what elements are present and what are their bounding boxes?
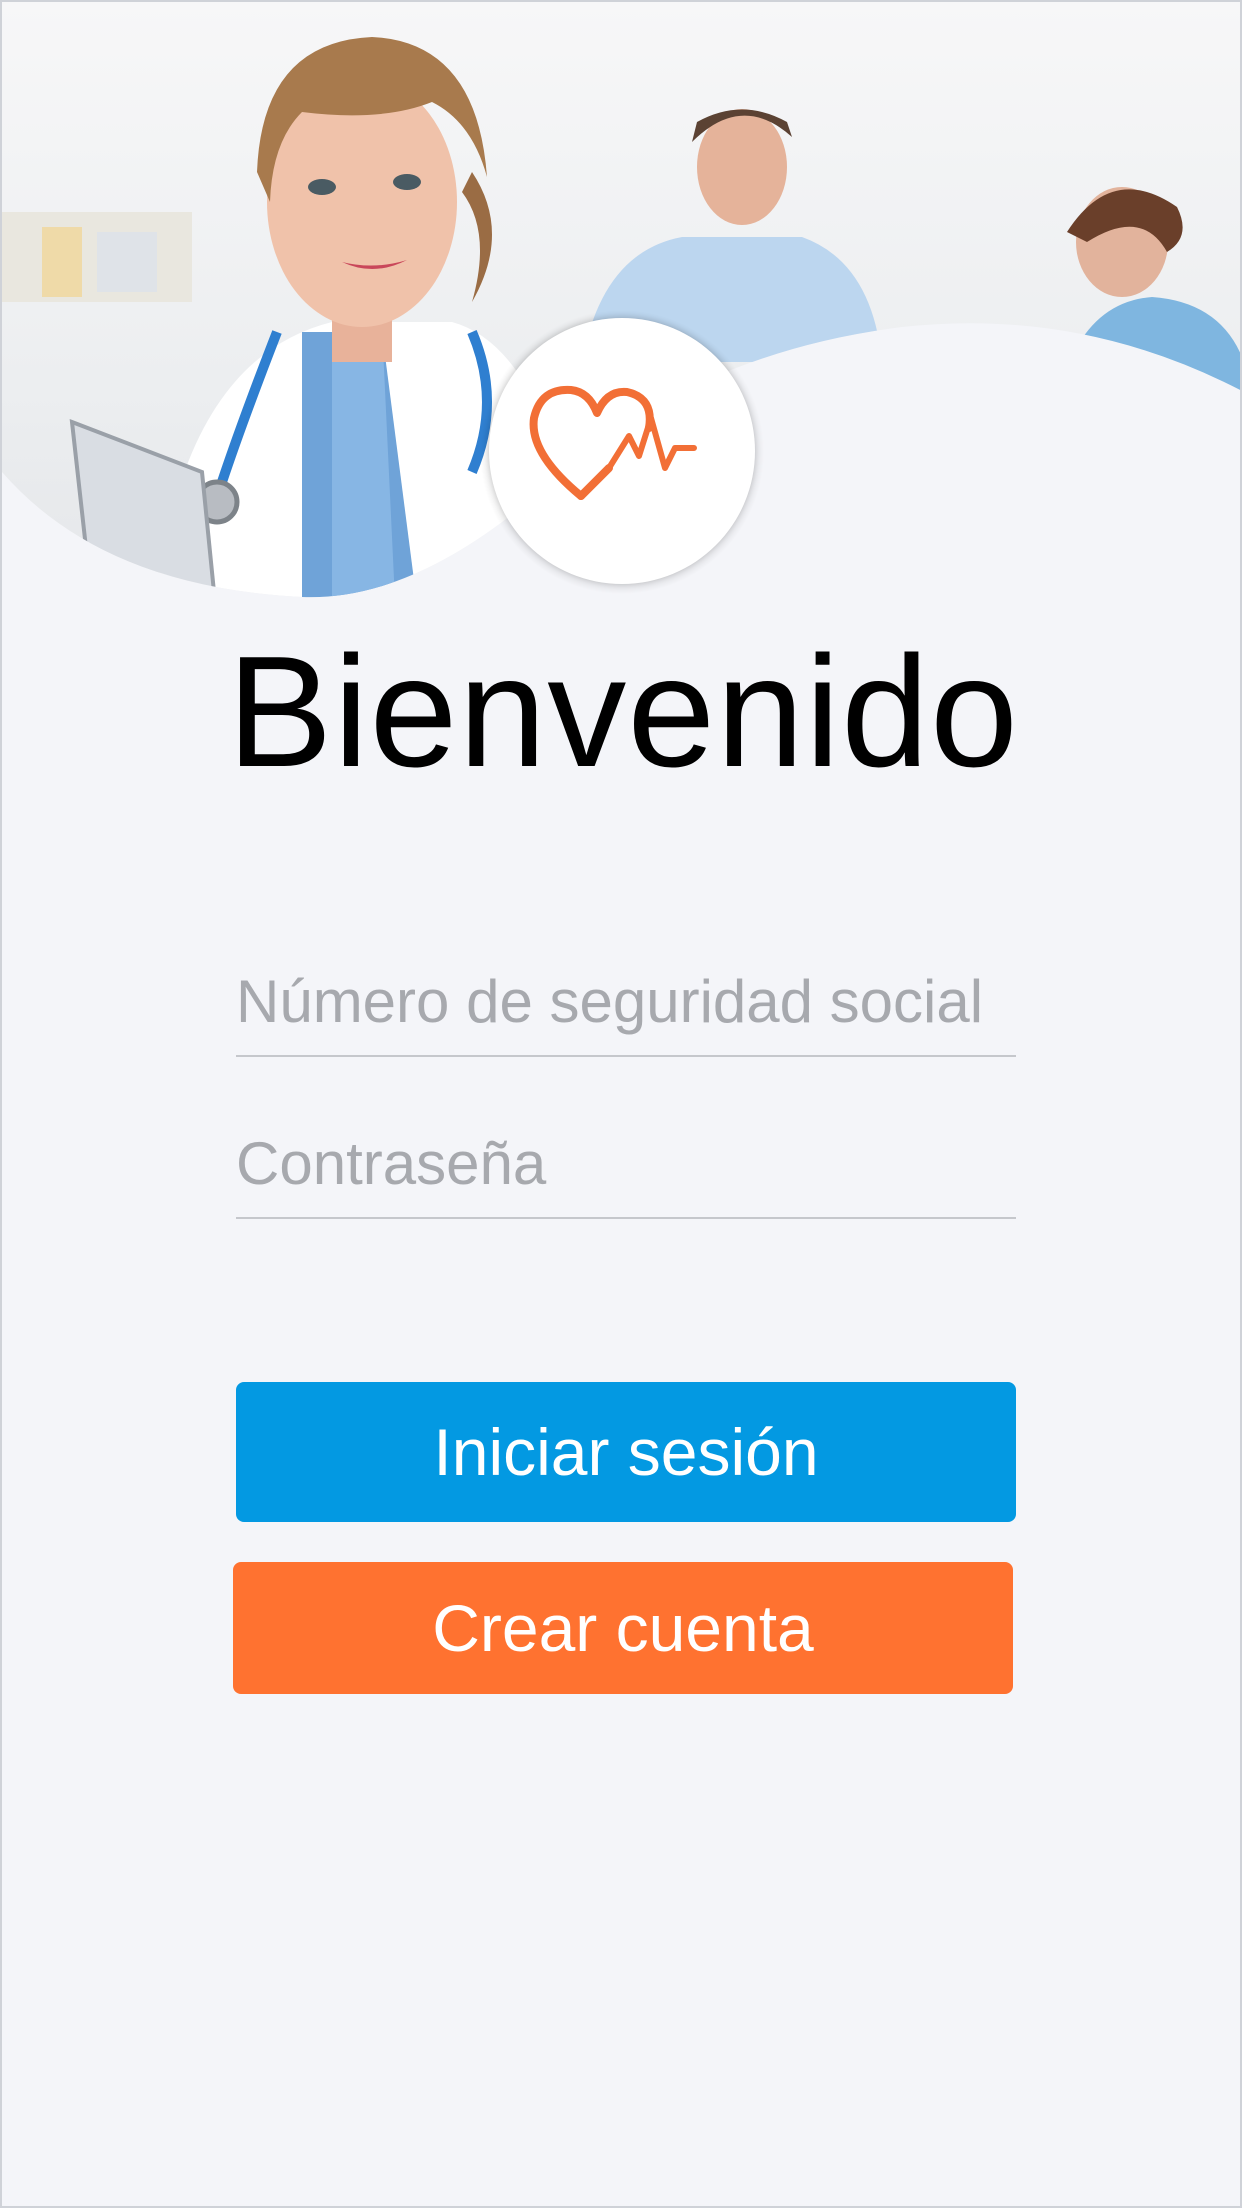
heart-pulse-icon [529, 385, 697, 500]
password-input[interactable] [236, 1119, 1016, 1219]
app-logo [489, 318, 755, 584]
create-account-button[interactable]: Crear cuenta [233, 1562, 1013, 1694]
login-screen: Bienvenido Iniciar sesión Crear cuenta [0, 0, 1242, 2208]
page-title: Bienvenido [227, 624, 1019, 800]
login-button[interactable]: Iniciar sesión [236, 1382, 1016, 1522]
social-security-number-input[interactable] [236, 957, 1016, 1057]
